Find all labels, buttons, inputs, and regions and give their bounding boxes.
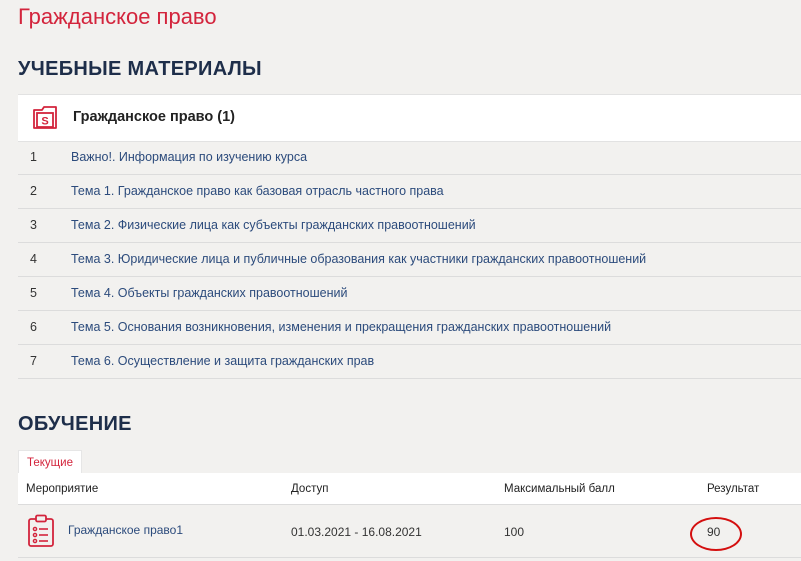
- topic-number: 2: [30, 184, 37, 198]
- topic-link[interactable]: Тема 1. Гражданское право как базовая от…: [71, 184, 444, 198]
- topic-link[interactable]: Важно!. Информация по изучению курса: [71, 150, 307, 164]
- tab-current[interactable]: Текущие: [18, 450, 82, 473]
- column-access: Доступ: [291, 483, 329, 495]
- topic-row: 3 Тема 2. Физические лица как субъекты г…: [18, 209, 801, 243]
- column-result: Результат: [707, 483, 760, 495]
- topic-row: 7 Тема 6. Осуществление и защита граждан…: [18, 345, 801, 379]
- topic-list: 1 Важно!. Информация по изучению курса 2…: [18, 141, 801, 379]
- page-title: Гражданское право: [18, 4, 217, 29]
- topic-link[interactable]: Тема 2. Физические лица как субъекты гра…: [71, 218, 476, 232]
- course-header[interactable]: S Гражданское право (1): [18, 94, 801, 142]
- topic-number: 3: [30, 218, 37, 232]
- topic-row: 4 Тема 3. Юридические лица и публичные о…: [18, 243, 801, 277]
- topic-link[interactable]: Тема 6. Осуществление и защита гражданск…: [71, 354, 374, 368]
- topic-number: 6: [30, 320, 37, 334]
- table-row: Гражданское право1 01.03.2021 - 16.08.20…: [18, 505, 801, 558]
- topic-row: 5 Тема 4. Объекты гражданских правоотнош…: [18, 277, 801, 311]
- column-max-score: Максимальный балл: [504, 483, 615, 495]
- event-link[interactable]: Гражданское право1: [68, 523, 183, 537]
- document-s-icon: S: [31, 104, 59, 137]
- materials-section-title: УЧЕБНЫЕ МАТЕРИАЛЫ: [18, 58, 262, 80]
- clipboard-list-icon: [27, 514, 55, 553]
- topic-number: 1: [30, 150, 37, 164]
- topic-link[interactable]: Тема 4. Объекты гражданских правоотношен…: [71, 286, 347, 300]
- column-event: Мероприятие: [26, 483, 99, 495]
- topic-link[interactable]: Тема 3. Юридические лица и публичные обр…: [71, 252, 646, 266]
- course-title[interactable]: Гражданское право (1): [73, 109, 235, 125]
- topic-row: 6 Тема 5. Основания возникновения, измен…: [18, 311, 801, 345]
- topic-number: 7: [30, 354, 37, 368]
- topic-link[interactable]: Тема 5. Основания возникновения, изменен…: [71, 320, 611, 334]
- result-highlight-ellipse: [690, 517, 742, 551]
- event-max-score: 100: [504, 525, 525, 539]
- event-access: 01.03.2021 - 16.08.2021: [291, 525, 422, 539]
- topic-number: 5: [30, 286, 37, 300]
- topic-number: 4: [30, 252, 37, 266]
- svg-text:S: S: [41, 116, 48, 128]
- learning-section-title: ОБУЧЕНИЕ: [18, 413, 132, 435]
- topic-row: 1 Важно!. Информация по изучению курса: [18, 141, 801, 175]
- events-table-header: Мероприятие Доступ Максимальный балл Рез…: [18, 473, 801, 505]
- topic-row: 2 Тема 1. Гражданское право как базовая …: [18, 175, 801, 209]
